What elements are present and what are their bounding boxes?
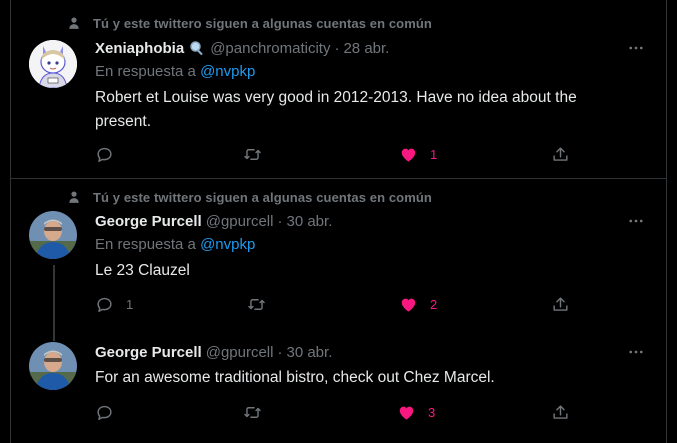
person-icon xyxy=(69,17,79,29)
separator: · xyxy=(277,343,283,361)
tweet[interactable]: Tú y este twittero siguen a algunas cuen… xyxy=(11,0,666,178)
more-options-button[interactable] xyxy=(626,342,646,362)
retweet-button[interactable] xyxy=(247,294,266,314)
magnifier-icon xyxy=(190,41,203,56)
tweet-text: Robert et Louise was very good in 2012-2… xyxy=(95,89,577,130)
reply-context: En respuesta a @nvpkp xyxy=(95,235,255,255)
username[interactable]: @gpurcell xyxy=(206,344,274,361)
share-button[interactable] xyxy=(551,144,570,164)
heart-icon xyxy=(401,148,416,162)
like-count: 3 xyxy=(428,404,436,420)
more-options-button[interactable] xyxy=(626,38,646,58)
username[interactable]: @panchromaticity xyxy=(210,40,330,57)
share-icon xyxy=(553,146,568,161)
display-name[interactable]: Xeniaphobia xyxy=(95,40,184,57)
retweet-icon xyxy=(244,406,261,418)
more-icon xyxy=(629,46,643,50)
reply-icon xyxy=(97,405,112,420)
display-name[interactable]: George Purcell xyxy=(95,213,202,230)
reply-to-link[interactable]: @nvpkp xyxy=(200,236,255,253)
retweet-icon xyxy=(244,148,261,160)
tweet-header: George Purcell @gpurcell · 30 abr. xyxy=(95,211,332,231)
share-button[interactable] xyxy=(551,294,570,314)
social-context-text: Tú y este twittero siguen a algunas cuen… xyxy=(93,15,432,31)
avatar-image xyxy=(29,40,77,88)
tweet-actions: 3 xyxy=(95,402,575,422)
like-button[interactable]: 2 xyxy=(399,294,437,314)
timeline: Tú y este twittero siguen a algunas cuen… xyxy=(10,0,667,443)
reply-icon xyxy=(97,147,112,162)
tweet-actions: 1 2 xyxy=(95,294,575,314)
reply-count: 1 xyxy=(126,296,134,312)
retweet-icon xyxy=(248,298,265,310)
like-count: 2 xyxy=(430,296,438,312)
timestamp[interactable]: 30 abr. xyxy=(286,213,332,230)
reply-prefix: En respuesta a xyxy=(95,236,196,253)
separator: · xyxy=(334,39,340,57)
heart-icon xyxy=(401,298,416,312)
social-context: Tú y este twittero siguen a algunas cuen… xyxy=(67,189,432,205)
tweet-actions: 1 xyxy=(95,144,575,164)
tweet[interactable]: George Purcell @gpurcell · 30 abr. For a… xyxy=(11,330,666,443)
more-icon xyxy=(629,350,643,354)
more-icon xyxy=(629,219,643,223)
tweet-text: Le 23 Clauzel xyxy=(95,262,190,279)
separator: · xyxy=(277,212,283,230)
reply-button[interactable] xyxy=(95,144,126,164)
tweet-header: George Purcell @gpurcell · 30 abr. xyxy=(95,342,332,362)
like-button[interactable]: 1 xyxy=(399,144,437,164)
avatar[interactable] xyxy=(29,342,77,390)
reply-icon xyxy=(97,297,112,312)
social-context-text: Tú y este twittero siguen a algunas cuen… xyxy=(93,189,432,205)
reply-to-link[interactable]: @nvpkp xyxy=(200,63,255,80)
heart-icon xyxy=(399,406,414,420)
avatar[interactable] xyxy=(29,40,77,88)
reply-context: En respuesta a @nvpkp xyxy=(95,62,255,82)
share-button[interactable] xyxy=(551,402,570,422)
reply-button[interactable] xyxy=(95,402,126,422)
timestamp[interactable]: 28 abr. xyxy=(343,40,389,57)
reply-button[interactable]: 1 xyxy=(95,294,133,314)
like-count: 1 xyxy=(430,146,438,162)
tweet[interactable]: Tú y este twittero siguen a algunas cuen… xyxy=(11,179,666,341)
reply-prefix: En respuesta a xyxy=(95,63,196,80)
timestamp[interactable]: 30 abr. xyxy=(286,344,332,361)
display-name[interactable]: George Purcell xyxy=(95,344,202,361)
avatar-image xyxy=(29,342,77,390)
share-icon xyxy=(553,404,568,419)
person-icon xyxy=(69,191,79,203)
more-options-button[interactable] xyxy=(626,211,646,231)
retweet-button[interactable] xyxy=(243,402,262,422)
tweet-header: Xeniaphobia @panchromaticity · 28 abr. xyxy=(95,38,389,58)
like-button[interactable]: 3 xyxy=(397,402,435,422)
username[interactable]: @gpurcell xyxy=(206,213,274,230)
social-context: Tú y este twittero siguen a algunas cuen… xyxy=(67,15,432,31)
retweet-button[interactable] xyxy=(243,144,262,164)
tweet-text: For an awesome traditional bistro, check… xyxy=(95,369,495,386)
avatar-image xyxy=(29,211,77,259)
avatar[interactable] xyxy=(29,211,77,259)
share-icon xyxy=(553,296,568,311)
